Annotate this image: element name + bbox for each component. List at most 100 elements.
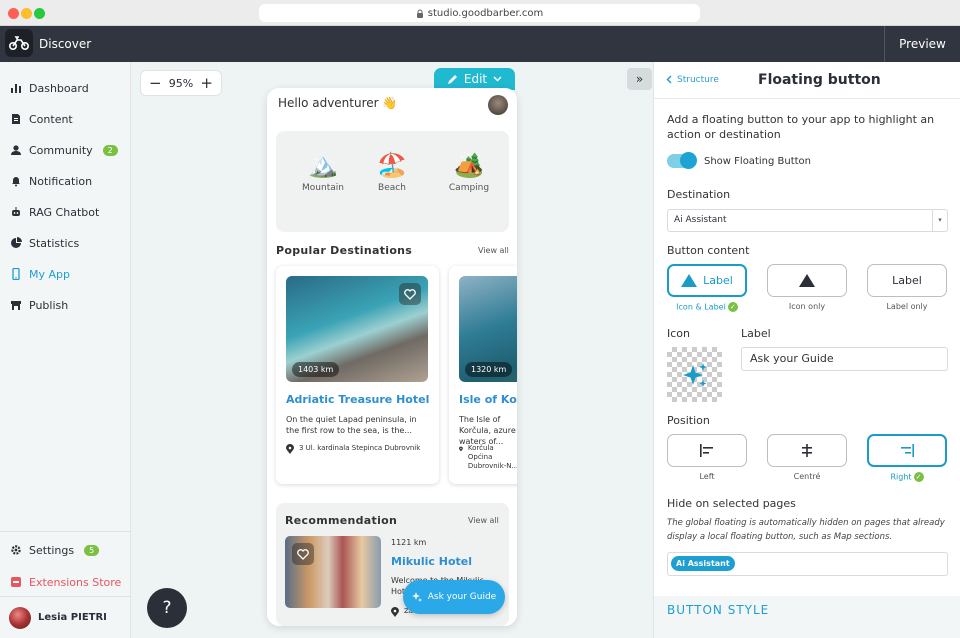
content-option-label-only[interactable]: Label	[867, 264, 947, 297]
robot-icon	[12, 207, 20, 216]
settings-panel: Structure Floating button Add a floating…	[653, 62, 960, 638]
check-icon: ✓	[913, 472, 924, 482]
position-option-right[interactable]	[867, 434, 947, 467]
recommendation-image[interactable]	[285, 536, 381, 608]
document-icon	[12, 114, 20, 124]
chevron-down-icon	[493, 76, 502, 82]
sidebar-item-dashboard[interactable]: Dashboard	[10, 78, 89, 98]
label-input[interactable]: Ask your Guide	[741, 347, 948, 371]
sidebar-item-label: Statistics	[29, 236, 80, 250]
popular-title: Popular Destinations	[276, 244, 413, 257]
check-icon: ✓	[727, 302, 738, 312]
close-window-button[interactable]	[8, 8, 19, 19]
motorbike-icon	[9, 36, 29, 50]
greeting-text: Hello adventurer 👋	[278, 96, 398, 110]
recommendation-name: Mikulic Hotel	[391, 555, 473, 568]
user-icon	[11, 145, 21, 155]
category-label: Camping	[448, 183, 490, 193]
icon-label: Icon	[667, 327, 690, 340]
align-left-icon	[700, 444, 713, 457]
zoom-out-button[interactable]: −	[149, 74, 162, 92]
sidebar-item-community[interactable]: Community 2	[10, 140, 118, 160]
hidden-pages-input[interactable]: Ai Assistant	[667, 552, 948, 576]
sidebar-item-settings[interactable]: Settings 5	[10, 540, 100, 560]
align-center-icon	[802, 444, 812, 457]
button-style-section-header[interactable]: BUTTON STYLE	[654, 596, 960, 638]
sidebar-item-label: Settings	[29, 543, 75, 557]
sidebar-item-label: Dashboard	[29, 81, 89, 95]
category-mountain[interactable]: 🏔️ Mountain	[293, 151, 353, 193]
dropdown-arrow-icon: ▾	[932, 210, 947, 231]
hide-pages-note: The global floating is automatically hid…	[667, 518, 945, 542]
user-profile[interactable]: Lesia PIETRI	[0, 596, 131, 638]
page-tag[interactable]: Ai Assistant	[671, 556, 735, 571]
collapse-panel-button[interactable]: »	[627, 68, 652, 90]
user-name: Lesia PIETRI	[38, 612, 107, 623]
sparkle-icon	[682, 362, 707, 387]
category-beach[interactable]: 🏖️ Beach	[362, 151, 422, 193]
profile-avatar[interactable]	[488, 95, 508, 115]
card-title: Adriatic Treasure Hotel	[286, 393, 430, 406]
smartphone-icon	[12, 268, 20, 280]
floating-ask-guide-button[interactable]: Ask your Guide	[403, 580, 505, 614]
preview-button[interactable]: Preview	[884, 26, 960, 62]
show-floating-button-toggle[interactable]	[667, 152, 697, 169]
destination-select[interactable]: Ai Assistant ▾	[667, 209, 948, 232]
intro-text: Add a floating button to your app to hig…	[667, 113, 935, 141]
sidebar-item-publish[interactable]: Publish	[10, 295, 68, 315]
mountain-icon: 🏔️	[308, 151, 338, 179]
sidebar-item-label: Extensions Store	[29, 575, 122, 589]
address-bar[interactable]: studio.goodbarber.com	[259, 4, 700, 22]
button-content-label: Button content	[667, 244, 750, 257]
bar-chart-icon	[11, 84, 21, 93]
icon-picker[interactable]	[667, 347, 722, 402]
sidebar-item-extensions-store[interactable]: Extensions Store	[10, 572, 121, 592]
sidebar-item-content[interactable]: Content	[10, 109, 73, 129]
settings-badge: 5	[84, 544, 100, 556]
preview-canvas: − 95% + Edit » Hello adventurer 👋 🏔️ Mou…	[131, 62, 653, 638]
card-address: Korčula Općina Dubrovnik-N...	[459, 444, 517, 471]
store-icon	[11, 301, 21, 310]
align-right-icon	[901, 444, 914, 457]
minimize-window-button[interactable]	[21, 8, 32, 19]
option-caption: Icon & Label ✓	[667, 302, 747, 312]
destination-card[interactable]: 1320 km Isle of Korčula The Isle of Korč…	[449, 266, 517, 484]
maximize-window-button[interactable]	[34, 8, 45, 19]
help-button[interactable]: ?	[147, 588, 187, 628]
pie-chart-icon	[11, 237, 22, 248]
destination-card[interactable]: 1403 km Adriatic Treasure Hotel On the q…	[276, 266, 439, 484]
sidebar-item-rag-chatbot[interactable]: RAG Chatbot	[10, 202, 99, 222]
back-label: Structure	[677, 75, 719, 85]
lock-icon	[416, 9, 423, 18]
popular-view-all-link[interactable]: View all	[478, 246, 509, 255]
category-camping[interactable]: 🏕️ Camping	[439, 151, 499, 193]
beach-icon: 🏖️	[377, 151, 407, 179]
zoom-in-button[interactable]: +	[200, 74, 213, 92]
app-title: Discover	[39, 37, 92, 51]
distance-badge: 1403 km	[292, 362, 340, 377]
app-logo[interactable]	[5, 29, 33, 57]
edit-button[interactable]: Edit	[434, 68, 515, 90]
sidebar-item-label: My App	[29, 267, 70, 281]
address-text: Korčula Općina Dubrovnik-N...	[467, 444, 517, 470]
avatar	[9, 606, 31, 629]
sidebar-item-statistics[interactable]: Statistics	[10, 233, 79, 253]
favorite-button[interactable]	[292, 543, 314, 565]
edit-label: Edit	[463, 72, 488, 86]
favorite-button[interactable]	[399, 283, 421, 305]
sidebar-item-label: Content	[29, 112, 73, 126]
sidebar-item-my-app[interactable]: My App	[10, 264, 70, 284]
position-label: Position	[667, 414, 710, 427]
distance-badge: 1320 km	[465, 362, 513, 377]
chevron-left-icon	[666, 75, 672, 84]
content-option-icon-label[interactable]: Label	[667, 264, 747, 297]
content-option-icon-only[interactable]	[767, 264, 847, 297]
position-option-left[interactable]	[667, 434, 747, 467]
position-option-center[interactable]	[767, 434, 847, 467]
back-to-structure-link[interactable]: Structure	[666, 62, 719, 99]
address-text: 3 Ul. kardinala Stepinca Dubrovnik	[299, 444, 421, 452]
sidebar-item-notification[interactable]: Notification	[10, 171, 92, 191]
recommendation-view-all-link[interactable]: View all	[468, 516, 499, 525]
option-caption: Left	[699, 472, 715, 481]
fab-label: Ask your Guide	[427, 592, 497, 602]
